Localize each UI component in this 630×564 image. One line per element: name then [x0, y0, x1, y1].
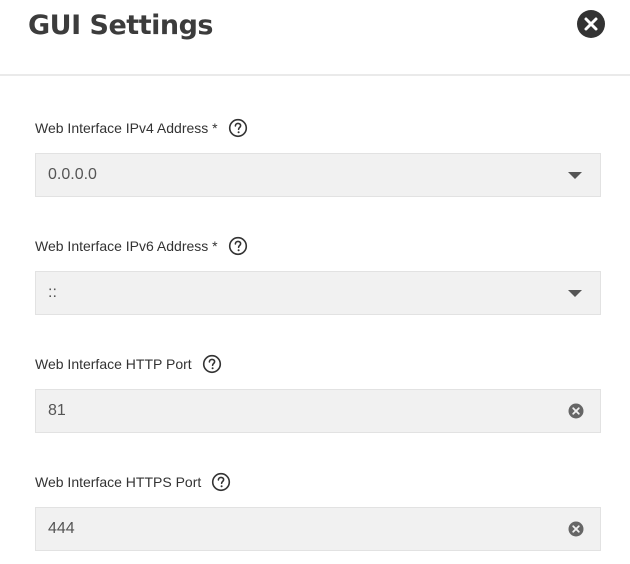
http-port-value: 81	[48, 402, 66, 419]
http-port-input[interactable]: 81	[35, 389, 601, 433]
clear-icon[interactable]	[568, 403, 584, 419]
help-icon[interactable]	[228, 236, 248, 256]
https-port-field: Web Interface HTTPS Port 444	[35, 471, 601, 551]
help-icon[interactable]	[202, 354, 222, 374]
gui-settings-dialog: GUI Settings Web Interface IPv4 Address …	[0, 0, 630, 564]
close-icon[interactable]	[577, 10, 605, 38]
caret-down-icon[interactable]	[568, 290, 582, 297]
help-icon[interactable]	[228, 118, 248, 138]
ipv6-address-select[interactable]: ::	[35, 271, 601, 315]
dialog-title: GUI Settings	[28, 10, 213, 41]
ipv6-address-field: Web Interface IPv6 Address * ::	[35, 235, 601, 315]
field-label-row: Web Interface IPv6 Address *	[35, 235, 601, 257]
https-port-value: 444	[48, 520, 75, 537]
dialog-header: GUI Settings	[0, 0, 630, 72]
field-label-row: Web Interface HTTPS Port	[35, 471, 601, 493]
https-port-label: Web Interface HTTPS Port	[35, 474, 202, 490]
field-label-row: Web Interface HTTP Port	[35, 353, 601, 375]
ipv4-address-label: Web Interface IPv4 Address *	[35, 120, 218, 136]
ipv6-address-label: Web Interface IPv6 Address *	[35, 238, 218, 254]
header-divider	[0, 74, 630, 76]
http-port-field: Web Interface HTTP Port 81	[35, 353, 601, 433]
http-port-label: Web Interface HTTP Port	[35, 356, 192, 372]
ipv4-address-field: Web Interface IPv4 Address * 0.0.0.0	[35, 117, 601, 197]
https-port-input[interactable]: 444	[35, 507, 601, 551]
help-icon[interactable]	[211, 472, 231, 492]
clear-icon[interactable]	[568, 521, 584, 537]
caret-down-icon[interactable]	[568, 172, 582, 179]
ipv6-address-value: ::	[48, 284, 57, 301]
field-label-row: Web Interface IPv4 Address *	[35, 117, 601, 139]
ipv4-address-select[interactable]: 0.0.0.0	[35, 153, 601, 197]
ipv4-address-value: 0.0.0.0	[48, 166, 97, 183]
